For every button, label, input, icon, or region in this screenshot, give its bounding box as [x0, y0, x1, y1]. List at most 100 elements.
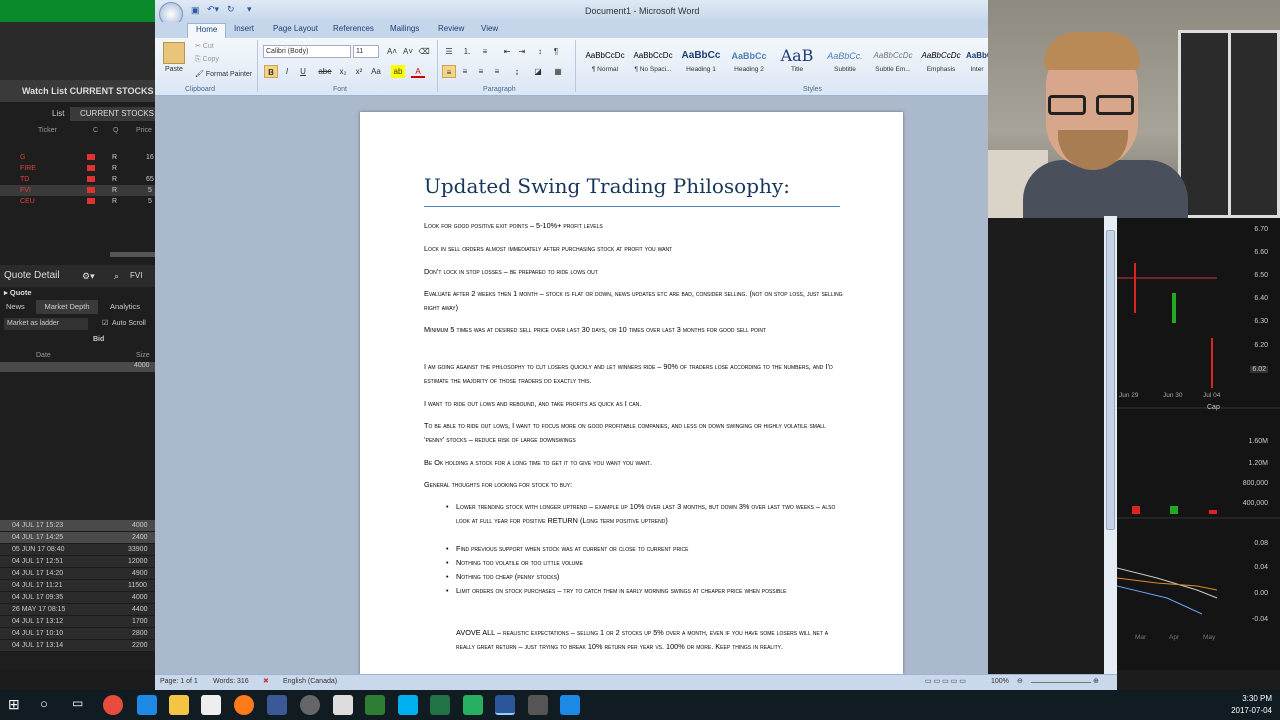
mail-icon[interactable] — [333, 695, 353, 715]
paragraph[interactable]: I am going against the philosophy to cut… — [424, 360, 844, 388]
closing-paragraph[interactable]: AVOVE ALL – realistic expectations – sel… — [456, 626, 842, 654]
style-emphasis[interactable]: AaBbCcDc Emphasis — [918, 46, 964, 80]
search-icon[interactable]: ⌕ — [114, 265, 119, 287]
show-marks-icon[interactable]: ¶ — [549, 45, 563, 58]
quote-section[interactable]: ▸ Quote — [0, 288, 156, 300]
sort-icon[interactable]: ↕ — [533, 45, 547, 58]
align-left-icon[interactable]: ≡ — [442, 65, 456, 78]
document-title[interactable]: Updated Swing Trading Philosophy: — [424, 174, 790, 198]
proofing-icon[interactable]: ✖ — [263, 677, 269, 685]
change-case-icon[interactable]: Aa — [369, 65, 383, 78]
style-no-spacing[interactable]: AaBbCcDc ¶ No Spaci... — [630, 46, 676, 80]
paragraph[interactable]: Evaluate after 2 weeks then 1 month – st… — [424, 287, 844, 315]
paragraph[interactable]: Be Ok holding a stock for a long time to… — [424, 456, 844, 470]
tab-analytics[interactable]: Analytics — [110, 300, 140, 314]
borders-icon[interactable]: ▦ — [551, 65, 565, 78]
word-icon[interactable] — [495, 695, 515, 715]
paragraph[interactable]: To be able to ride out lows, I want to f… — [424, 419, 844, 447]
paragraph[interactable]: General thoughts for looking for stock t… — [424, 478, 844, 492]
font-size-select[interactable]: 11 — [353, 45, 379, 58]
tab-view[interactable]: View — [481, 24, 498, 33]
superscript-icon[interactable]: x² — [352, 65, 366, 78]
font-color-icon[interactable]: A — [411, 65, 425, 78]
page-count[interactable]: Page: 1 of 1 — [160, 678, 198, 685]
edge-icon[interactable] — [137, 695, 157, 715]
highlight-icon[interactable]: ab — [391, 65, 405, 78]
justify-icon[interactable]: ≡ — [490, 65, 504, 78]
app-icon[interactable] — [267, 695, 287, 715]
clock[interactable]: 3:30 PM 2017-07-04 — [1231, 693, 1272, 717]
language-indicator[interactable]: English (Canada) — [283, 678, 337, 685]
store-icon[interactable] — [201, 695, 221, 715]
calculator-icon[interactable] — [528, 695, 548, 715]
firefox-icon[interactable] — [234, 695, 254, 715]
increase-indent-icon[interactable]: ⇥ — [515, 45, 529, 58]
watchlist-scrollbar[interactable] — [110, 252, 156, 257]
italic-icon[interactable]: I — [280, 65, 294, 78]
start-icon[interactable]: ⊞ — [8, 696, 20, 713]
save-icon[interactable]: ▣ — [191, 5, 200, 16]
multilevel-list-icon[interactable]: ≡ — [478, 45, 492, 58]
undo-icon[interactable]: ↶▾ — [207, 4, 219, 15]
paste-icon[interactable] — [163, 42, 185, 64]
align-center-icon[interactable]: ≡ — [458, 65, 472, 78]
paragraph[interactable]: I want to ride out lows and rebound, and… — [424, 397, 844, 411]
style-subtle-emphasis[interactable]: AaBbCcDc Subtle Em... — [870, 46, 916, 80]
tab-mailings[interactable]: Mailings — [390, 24, 419, 33]
tab-news[interactable]: News — [6, 300, 25, 314]
shading-icon[interactable]: ◪ — [531, 65, 545, 78]
bold-icon[interactable]: B — [264, 65, 278, 78]
col-q[interactable]: Q — [113, 127, 118, 134]
tab-market-depth[interactable]: Market Depth — [36, 300, 98, 314]
tab-insert[interactable]: Insert — [234, 24, 254, 33]
skype-icon[interactable] — [398, 695, 418, 715]
col-price[interactable]: Price — [136, 127, 152, 134]
cut-button[interactable]: ✂ Cut — [195, 42, 214, 50]
list-item[interactable]: Lower trending stock with longer uptrend… — [456, 500, 842, 528]
clear-format-icon[interactable]: ⌫ — [417, 45, 431, 58]
paragraph[interactable]: Minimum 5 times was at desired sell pric… — [424, 323, 844, 337]
watchlist-row[interactable]: FVI R 5 — [0, 185, 156, 196]
shrink-font-icon[interactable]: A˅ — [401, 45, 415, 58]
underline-icon[interactable]: U — [296, 65, 310, 78]
gear-icon[interactable]: ⚙▾ — [82, 265, 95, 287]
style-heading-2[interactable]: AaBbCc Heading 2 — [726, 46, 772, 80]
paragraph[interactable]: Don’t lock in stop losses – be prepared … — [424, 265, 844, 279]
tab-review[interactable]: Review — [438, 24, 464, 33]
zoom-slider[interactable] — [1031, 682, 1091, 683]
style-subtitle[interactable]: AaBbCc. Subtitle — [822, 46, 868, 80]
excel-icon[interactable] — [430, 695, 450, 715]
col-c[interactable]: C — [93, 127, 98, 134]
view-buttons-icon[interactable]: ▭ ▭ ▭ ▭ ▭ — [925, 677, 966, 685]
document-page[interactable]: Updated Swing Trading Philosophy: Look f… — [360, 112, 903, 674]
chrome-icon[interactable] — [103, 695, 123, 715]
paragraph[interactable]: Lock in sell orders almost immediately a… — [424, 242, 844, 256]
tab-page-layout[interactable]: Page Layout — [273, 24, 318, 33]
zoom-level[interactable]: 100% — [991, 678, 1009, 685]
style-title[interactable]: AaB Title — [774, 46, 820, 80]
line-spacing-icon[interactable]: ↨ — [510, 65, 524, 78]
paragraph[interactable]: Look for good positive exit points – 5-1… — [424, 219, 844, 233]
list-item[interactable]: Nothing too volatile or too little volum… — [456, 556, 842, 570]
list-dropdown[interactable]: CURRENT STOCKS — [70, 107, 156, 121]
watchlist-row[interactable]: CEU R 5 — [0, 196, 156, 207]
numbering-icon[interactable]: ⒈ — [460, 45, 474, 58]
list-item[interactable]: Limit orders on stock purchases – try to… — [456, 584, 842, 598]
tab-home[interactable]: Home — [187, 23, 227, 38]
subscript-icon[interactable]: x₂ — [336, 65, 350, 78]
zoom-in-icon[interactable]: ⊕ — [1093, 677, 1099, 685]
style-heading-1[interactable]: AaBbCc Heading 1 — [678, 46, 724, 80]
trading-app-icon[interactable] — [365, 695, 385, 715]
bullets-icon[interactable]: ☰ — [442, 45, 456, 58]
obs-icon[interactable] — [300, 695, 320, 715]
scroll-thumb[interactable] — [1106, 230, 1115, 530]
customize-qat-icon[interactable]: ▾ — [247, 4, 252, 15]
grow-font-icon[interactable]: A˄ — [385, 45, 399, 58]
col-ticker[interactable]: Ticker — [38, 127, 57, 134]
app-icon-2[interactable] — [560, 695, 580, 715]
vertical-scrollbar[interactable] — [1104, 216, 1117, 674]
depth-mode-select[interactable]: Market as ladder — [4, 318, 88, 330]
paste-button[interactable]: Paste — [165, 66, 183, 73]
style-normal[interactable]: AaBbCcDc ¶ Normal — [582, 46, 628, 80]
task-view-icon[interactable]: ▭ — [72, 696, 83, 710]
